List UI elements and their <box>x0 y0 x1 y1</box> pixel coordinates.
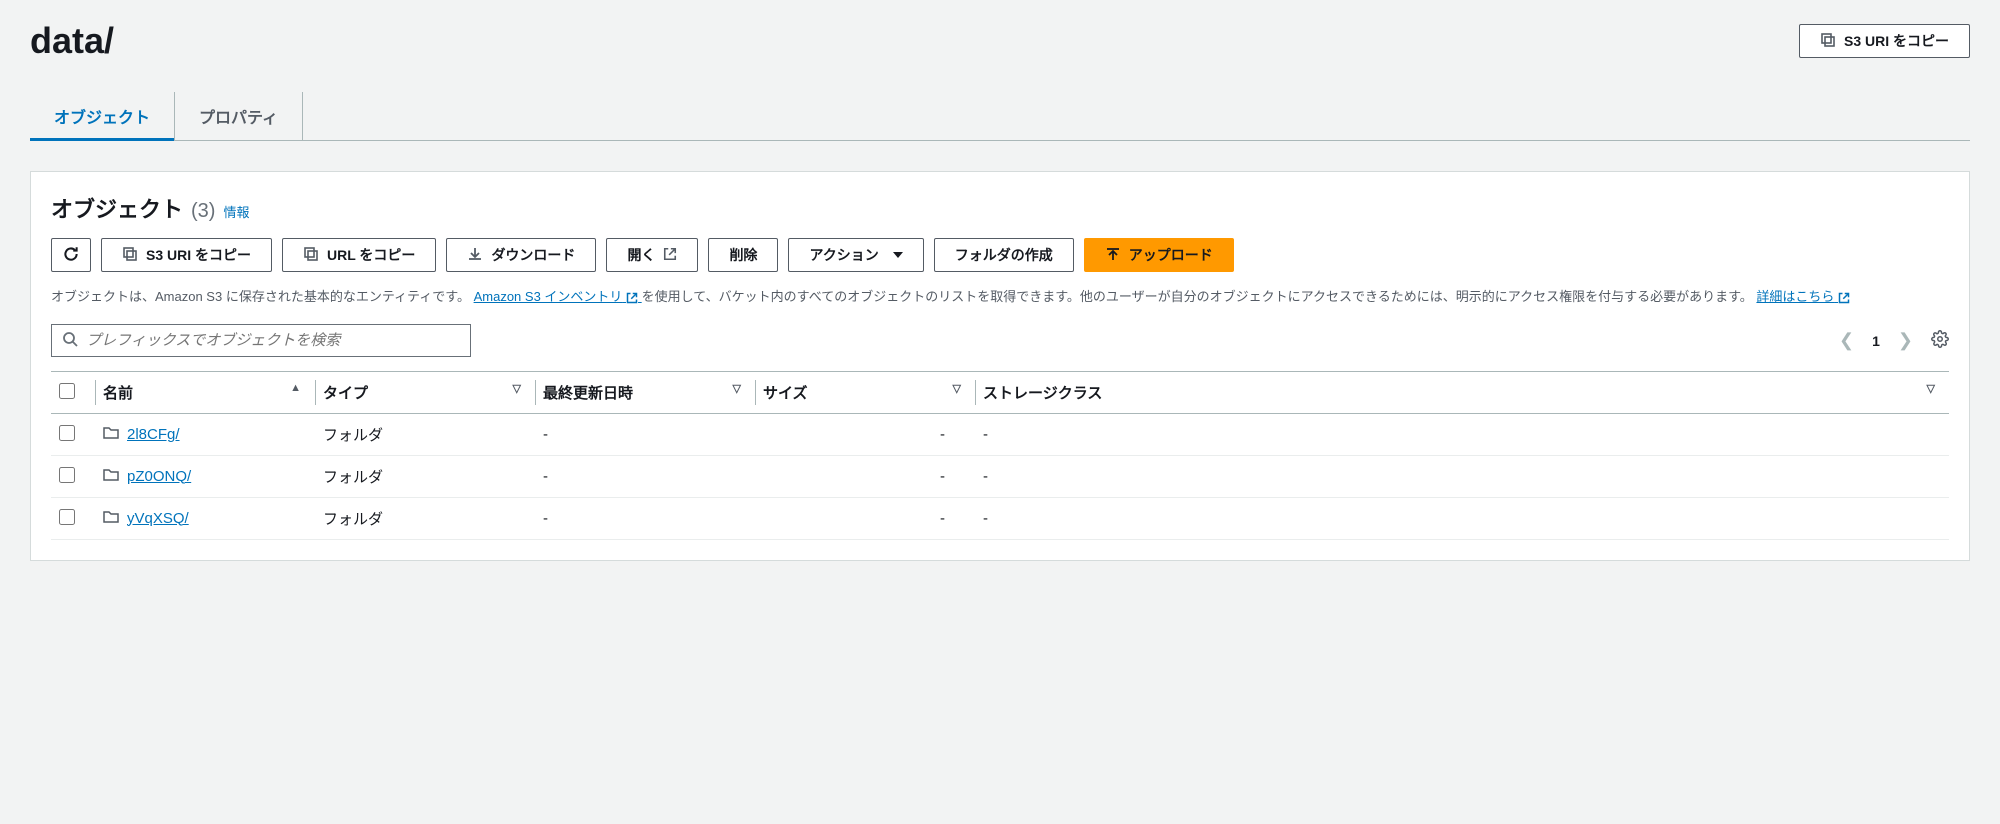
copy-s3-uri-header-label: S3 URI をコピー <box>1844 31 1949 51</box>
object-name-link[interactable]: 2l8CFg/ <box>127 426 180 443</box>
next-page-button[interactable]: ❯ <box>1898 330 1913 351</box>
folder-icon <box>103 467 119 487</box>
cell-storage-class: - <box>975 414 1949 456</box>
panel-count: (3) <box>191 200 215 223</box>
page-title: data/ <box>30 20 114 62</box>
search-icon <box>62 331 78 350</box>
cell-last-modified: - <box>535 414 755 456</box>
row-checkbox[interactable] <box>59 425 75 441</box>
row-checkbox[interactable] <box>59 467 75 483</box>
sort-asc-icon: ▲ <box>290 382 301 394</box>
cell-storage-class: - <box>975 498 1949 540</box>
column-size[interactable]: サイズ ▽ <box>755 372 975 414</box>
learn-more-link[interactable]: 詳細はこちら <box>1756 289 1850 304</box>
select-all-checkbox[interactable] <box>59 383 75 399</box>
upload-icon <box>1105 246 1121 265</box>
copy-icon <box>1820 32 1836 51</box>
copy-s3-uri-button[interactable]: S3 URI をコピー <box>101 238 272 272</box>
column-storage-class[interactable]: ストレージクラス ▽ <box>975 372 1949 414</box>
tab-properties[interactable]: プロパティ <box>175 92 303 140</box>
copy-url-button[interactable]: URL をコピー <box>282 238 436 272</box>
create-folder-button[interactable]: フォルダの作成 <box>934 238 1074 272</box>
filter-icon: ▽ <box>953 382 961 395</box>
external-link-icon <box>1838 292 1850 304</box>
refresh-icon <box>62 245 80 266</box>
column-name[interactable]: 名前 ▲ <box>95 372 315 414</box>
cell-type: フォルダ <box>315 414 535 456</box>
external-link-icon <box>663 247 677 264</box>
copy-icon <box>303 246 319 265</box>
objects-table: 名前 ▲ タイプ ▽ 最終更新日時 ▽ サイズ ▽ <box>51 371 1949 540</box>
download-button[interactable]: ダウンロード <box>446 238 596 272</box>
actions-dropdown[interactable]: アクション <box>788 238 923 272</box>
row-checkbox[interactable] <box>59 509 75 525</box>
object-name-link[interactable]: pZ0ONQ/ <box>127 468 191 485</box>
cell-type: フォルダ <box>315 498 535 540</box>
refresh-button[interactable] <box>51 238 91 272</box>
search-input[interactable] <box>86 332 460 349</box>
cell-storage-class: - <box>975 456 1949 498</box>
search-box[interactable] <box>51 324 471 357</box>
download-icon <box>467 246 483 265</box>
folder-icon <box>103 509 119 529</box>
panel-title: オブジェクト <box>51 192 183 224</box>
copy-s3-uri-header-button[interactable]: S3 URI をコピー <box>1799 24 1970 58</box>
chevron-down-icon <box>893 252 903 258</box>
table-row: pZ0ONQ/フォルダ--- <box>51 456 1949 498</box>
filter-icon: ▽ <box>733 382 741 395</box>
prev-page-button[interactable]: ❮ <box>1839 330 1854 351</box>
table-row: 2l8CFg/フォルダ--- <box>51 414 1949 456</box>
copy-icon <box>122 246 138 265</box>
filter-icon: ▽ <box>513 382 521 395</box>
settings-icon[interactable] <box>1931 330 1949 351</box>
objects-panel: オブジェクト (3) 情報 S3 URI をコピー <box>30 171 1970 561</box>
inventory-link[interactable]: Amazon S3 インベントリ <box>474 289 642 304</box>
info-link[interactable]: 情報 <box>223 202 249 221</box>
filter-icon: ▽ <box>1927 382 1935 395</box>
cell-size: - <box>755 414 975 456</box>
current-page: 1 <box>1872 333 1880 349</box>
cell-last-modified: - <box>535 498 755 540</box>
cell-size: - <box>755 498 975 540</box>
tab-objects[interactable]: オブジェクト <box>30 92 175 140</box>
panel-description: オブジェクトは、Amazon S3 に保存された基本的なエンティティです。 Am… <box>51 286 1949 308</box>
folder-icon <box>103 425 119 445</box>
table-row: yVqXSQ/フォルダ--- <box>51 498 1949 540</box>
delete-button[interactable]: 削除 <box>708 238 778 272</box>
open-button[interactable]: 開く <box>606 238 698 272</box>
cell-type: フォルダ <box>315 456 535 498</box>
external-link-icon <box>626 292 638 304</box>
tabs: オブジェクト プロパティ <box>30 92 1970 141</box>
cell-size: - <box>755 456 975 498</box>
object-name-link[interactable]: yVqXSQ/ <box>127 510 189 527</box>
upload-button[interactable]: アップロード <box>1084 238 1234 272</box>
column-type[interactable]: タイプ ▽ <box>315 372 535 414</box>
cell-last-modified: - <box>535 456 755 498</box>
column-last-modified[interactable]: 最終更新日時 ▽ <box>535 372 755 414</box>
